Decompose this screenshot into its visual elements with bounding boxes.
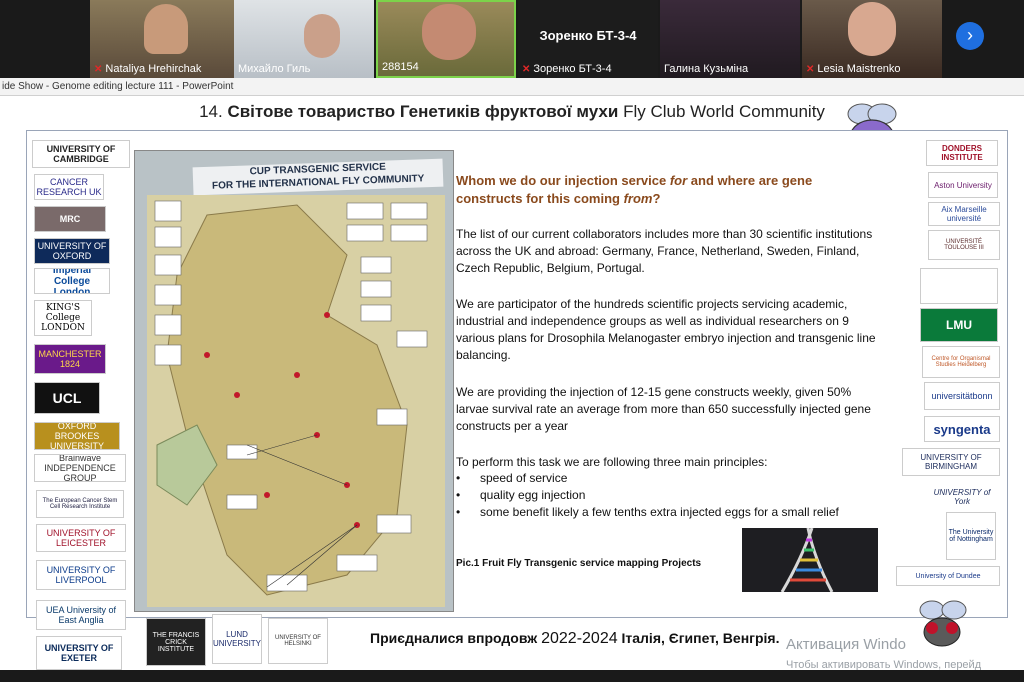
logo-leicester: UNIVERSITY OF LEICESTER bbox=[36, 524, 126, 552]
map-photo: CUP TRANSGENIC SERVICE FOR THE INTERNATI… bbox=[134, 150, 454, 612]
avatar bbox=[848, 2, 896, 56]
principles-list: • speed of service • quality egg injection… bbox=[456, 470, 876, 521]
logo-oxford-brookes: OXFORD BROOKES UNIVERSITY bbox=[34, 422, 120, 450]
taskbar bbox=[0, 670, 1024, 682]
participant-name: Зоренко БТ-3-4 bbox=[533, 63, 612, 75]
logo-ucl: UCL bbox=[34, 382, 100, 414]
participant-tile[interactable]: ✕ Lesia Maistrenko bbox=[802, 0, 942, 78]
participant-name: Михайло Гиль bbox=[238, 63, 311, 75]
avatar bbox=[144, 4, 188, 54]
paragraph-injection: We are providing the injection of 12-15 … bbox=[456, 385, 871, 433]
logo-toulouse: UNIVERSITÉ TOULOUSE III bbox=[928, 230, 1000, 260]
logo-escri: The European Cancer Stem Cell Research I… bbox=[36, 490, 124, 518]
participant-tile[interactable]: 288154 bbox=[376, 0, 516, 78]
avatar bbox=[422, 4, 476, 60]
logo-exeter: UNIVERSITY OF EXETER bbox=[36, 636, 122, 670]
logo-mrc: MRC bbox=[34, 206, 106, 232]
slide: 14. Світове товариство Генетиків фруктов… bbox=[0, 96, 1024, 682]
bottom-caption: Приєдналися впродовж 2022-2024 Італія, Є… bbox=[370, 630, 780, 647]
chevron-right-icon[interactable]: › bbox=[956, 22, 984, 50]
logo-seal bbox=[920, 268, 998, 304]
logo-crick: THE FRANCIS CRICK INSTITUTE bbox=[146, 618, 206, 666]
dna-image bbox=[742, 528, 878, 592]
logo-dundee: University of Dundee bbox=[896, 566, 1000, 586]
list-item: • speed of service bbox=[456, 471, 568, 485]
mic-off-icon: ✕ bbox=[522, 63, 531, 75]
participant-name: Галина Кузьміна bbox=[664, 63, 749, 75]
list-item: • quality egg injection bbox=[456, 488, 586, 502]
logo-helsinki: UNIVERSITY OF HELSINKI bbox=[268, 618, 328, 664]
video-strip: ✕ Nataliya Hrehirchak Михайло Гиль 288154… bbox=[0, 0, 1024, 78]
participant-tile[interactable]: ✕ Nataliya Hrehirchak bbox=[90, 0, 234, 78]
participant-name: Nataliya Hrehirchak bbox=[105, 63, 202, 75]
logo-cambridge: UNIVERSITY OF CAMBRIDGE bbox=[32, 140, 130, 168]
logo-york: UNIVERSITY of York bbox=[926, 484, 998, 510]
uk-map bbox=[147, 195, 445, 607]
paragraph-principles: To perform this task we are following th… bbox=[456, 455, 768, 469]
map-graphic bbox=[154, 200, 428, 596]
mic-off-icon: ✕ bbox=[806, 63, 815, 75]
avatar bbox=[304, 14, 340, 58]
question-heading: Whom we do our injection service for and… bbox=[456, 173, 813, 206]
participant-tile[interactable]: Михайло Гиль bbox=[234, 0, 374, 78]
logo-syngenta: syngenta bbox=[924, 416, 1000, 442]
logo-nottingham: The University of Nottingham bbox=[946, 512, 996, 560]
logo-cos-heidelberg: Centre for Organismal Studies Heidelberg bbox=[922, 346, 1000, 378]
logo-aston: Aston University bbox=[928, 172, 998, 198]
map-title: CUP TRANSGENIC SERVICE FOR THE INTERNATI… bbox=[192, 158, 444, 196]
list-item: • some benefit likely a few tenths extra … bbox=[456, 505, 839, 519]
logo-lmu: LMU bbox=[920, 308, 998, 342]
logo-brainwave: Brainwave INDEPENDENCE GROUP bbox=[34, 454, 126, 482]
powerpoint-title-bar: ide Show - Genome editing lecture 111 - … bbox=[0, 78, 1024, 96]
picture-caption: Pic.1 Fruit Fly Transgenic service mappi… bbox=[456, 558, 702, 569]
dna-helix-icon bbox=[780, 528, 834, 592]
participant-big-label: Зоренко БТ-3-4 bbox=[539, 28, 637, 43]
logo-uea: UEA University of East Anglia bbox=[36, 600, 126, 630]
windows-activation-title: Активация Windo bbox=[786, 636, 906, 653]
logo-oxford: UNIVERSITY OF OXFORD bbox=[34, 238, 110, 264]
logo-bonn: universitätbonn bbox=[924, 382, 1000, 410]
participant-tile[interactable]: Зоренко БТ-3-4 ✕ Зоренко БТ-3-4 bbox=[518, 0, 658, 78]
mic-off-icon: ✕ bbox=[94, 63, 103, 75]
participant-tile[interactable]: Галина Кузьміна bbox=[660, 0, 800, 78]
participant-name: 288154 bbox=[382, 61, 419, 73]
logo-manchester: MANCHESTER 1824 bbox=[34, 344, 106, 374]
logo-birmingham: UNIVERSITY OF BIRMINGHAM bbox=[902, 448, 1000, 476]
paragraph-projects: We are participator of the hundreds scie… bbox=[456, 297, 876, 362]
participant-name: Lesia Maistrenko bbox=[817, 63, 901, 75]
logo-kings: KING'S College LONDON bbox=[34, 300, 92, 336]
logo-imperial: Imperial College London bbox=[34, 268, 110, 294]
logo-cancer-research-uk: CANCER RESEARCH UK bbox=[34, 174, 104, 200]
paragraph-collaborators: The list of our current collaborators in… bbox=[456, 227, 873, 275]
logo-liverpool: UNIVERSITY OF LIVERPOOL bbox=[36, 560, 126, 590]
logo-donders: DONDERS INSTITUTE bbox=[926, 140, 998, 166]
logo-lund: LUND UNIVERSITY bbox=[212, 614, 262, 664]
logo-aix-marseille: Aix Marseille université bbox=[928, 202, 1000, 226]
fly-mascot-icon bbox=[919, 600, 967, 647]
